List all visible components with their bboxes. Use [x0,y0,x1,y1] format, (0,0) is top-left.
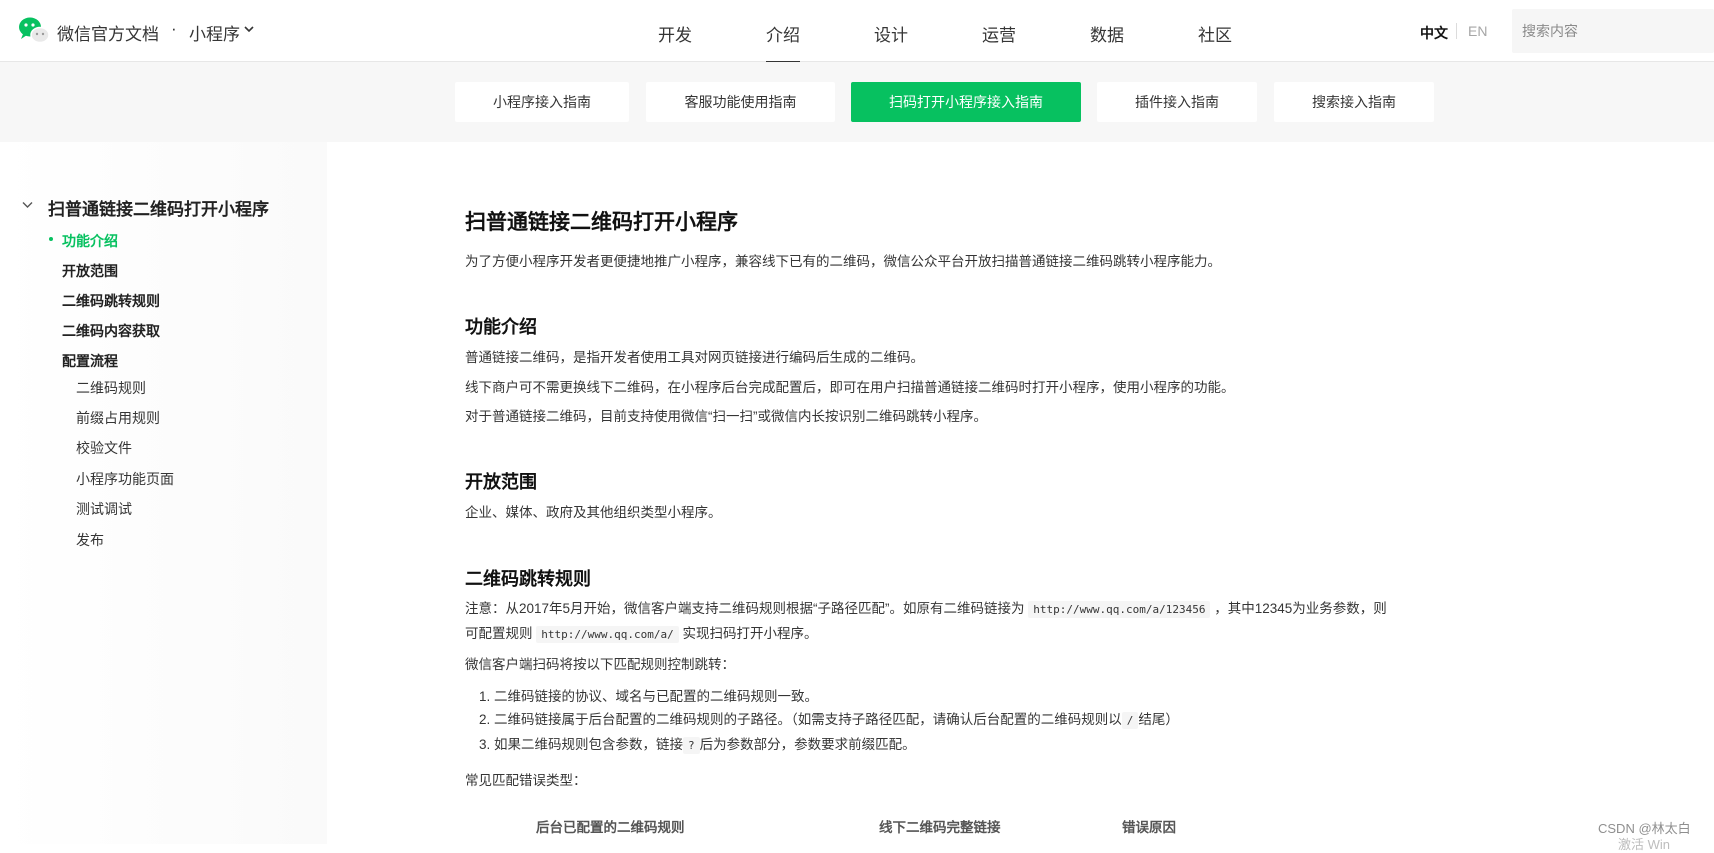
sidebar-item-verify-file[interactable]: 校验文件 [76,438,132,458]
code-snippet: ? [683,737,700,754]
sidebar-item-publish[interactable]: 发布 [76,530,104,550]
note-text: 实现扫码打开小程序。 [682,626,818,641]
sidebar-item-scope[interactable]: 开放范围 [62,261,118,281]
lang-en-button[interactable]: EN [1468,23,1487,39]
rule-text: 结尾） [1138,712,1179,727]
active-bullet-icon [49,237,53,241]
rule-list-item: 3. 如果二维码规则包含参数，链接? 后为参数部分，参数要求前缀匹配。 [479,734,916,757]
section-heading-jump-rules: 二维码跳转规则 [465,569,591,589]
sidebar-item-function-page[interactable]: 小程序功能页面 [76,469,174,489]
rule-text: 3. 如果二维码规则包含参数，链接 [479,737,684,752]
rule-list-item: 2. 二维码链接属于后台配置的二维码规则的子路径。（如需支持子路径匹配，请确认后… [479,709,1179,732]
code-snippet: http://www.qq.com/a/123456 [1028,601,1211,618]
paragraph: 企业、媒体、政府及其他组织类型小程序。 [465,505,722,520]
brand-title[interactable]: 微信官方文档 [57,20,159,45]
nav-item-operations[interactable]: 运营 [982,21,1016,46]
nav-item-develop[interactable]: 开发 [658,21,692,46]
sidebar-item-qr-rules[interactable]: 二维码规则 [76,378,146,398]
paragraph: 微信客户端扫码将按以下匹配规则控制跳转： [465,657,735,672]
nav-item-design[interactable]: 设计 [874,21,908,46]
page-title: 扫普通链接二维码打开小程序 [465,211,738,234]
brand-separator: · [171,19,177,38]
nav-item-data[interactable]: 数据 [1090,21,1124,46]
chevron-down-icon[interactable] [244,26,254,33]
note-line-2: 可配置规则 http://www.qq.com/a/ 实现扫码打开小程序。 [465,623,817,646]
note-text: 注意：从2017年5月开始，微信客户端支持二维码规则根据“子路径匹配”。如原有二… [465,601,1025,616]
note-text: 可配置规则 [465,626,533,641]
search-input[interactable] [1512,9,1714,53]
paragraph: 对于普通链接二维码，目前支持使用微信“扫一扫”或微信内长按识别二维码跳转小程序。 [465,409,987,424]
sidebar-item-jump-rules[interactable]: 二维码跳转规则 [62,291,160,311]
sidebar-item-qr-content[interactable]: 二维码内容获取 [62,321,160,341]
tab-scan-qr-guide[interactable]: 扫码打开小程序接入指南 [851,82,1081,122]
sidebar-item-config-flow[interactable]: 配置流程 [62,351,118,371]
intro-paragraph: 为了方便小程序开发者更便捷地推广小程序，兼容线下已有的二维码，微信公众平台开放扫… [465,254,1221,269]
code-snippet: http://www.qq.com/a/ [536,626,679,643]
wechat-logo-icon[interactable] [18,16,50,46]
rule-text: 2. 二维码链接属于后台配置的二维码规则的子路径。（如需支持子路径匹配，请确认后… [479,712,1122,727]
lang-zh-button[interactable]: 中文 [1420,23,1448,43]
note-text: ，其中12345为业务参数，则 [1214,601,1387,616]
table-header-cell: 错误原因 [1122,820,1176,835]
code-snippet: / [1121,712,1139,729]
rule-text: 后为参数部分，参数要求前缀匹配。 [699,737,916,752]
top-header: 微信官方文档 · 小程序 开发 介绍 设计 运营 数据 社区 中文 EN [0,0,1714,63]
tab-plugin-guide[interactable]: 插件接入指南 [1097,82,1257,122]
section-heading-scope: 开放范围 [465,472,537,492]
lang-divider [1456,23,1457,39]
sidebar-item-prefix-rules[interactable]: 前缀占用规则 [76,408,160,428]
sidebar-item-testing[interactable]: 测试调试 [76,499,132,519]
product-switcher-label[interactable]: 小程序 [189,20,240,45]
table-header-cell: 后台已配置的二维码规则 [536,820,685,835]
nav-item-intro[interactable]: 介绍 [766,21,800,63]
tab-miniprogram-guide[interactable]: 小程序接入指南 [455,82,629,122]
table-header-cell: 线下二维码完整链接 [879,820,1001,835]
paragraph: 普通链接二维码，是指开发者使用工具对网页链接进行编码后生成的二维码。 [465,350,924,365]
sidebar-item-features[interactable]: 功能介绍 [62,231,118,251]
sidebar-root-item[interactable]: 扫普通链接二维码打开小程序 [48,195,269,220]
rule-list-item: 1. 二维码链接的协议、域名与已配置的二维码规则一致。 [479,689,819,704]
paragraph: 线下商户可不需更换线下二维码，在小程序后台完成配置后，即可在用户扫描普通链接二维… [465,380,1235,395]
sidebar [0,142,327,844]
tab-customer-service-guide[interactable]: 客服功能使用指南 [646,82,835,122]
chevron-down-icon[interactable] [22,201,33,209]
section-heading-features: 功能介绍 [465,317,537,337]
tab-search-guide[interactable]: 搜索接入指南 [1274,82,1434,122]
nav-item-community[interactable]: 社区 [1198,21,1232,46]
guide-tabs: 小程序接入指南 客服功能使用指南 扫码打开小程序接入指南 插件接入指南 搜索接入… [0,62,1714,142]
note-line-1: 注意：从2017年5月开始，微信客户端支持二维码规则根据“子路径匹配”。如原有二… [465,598,1387,621]
paragraph: 常见匹配错误类型： [465,773,587,788]
